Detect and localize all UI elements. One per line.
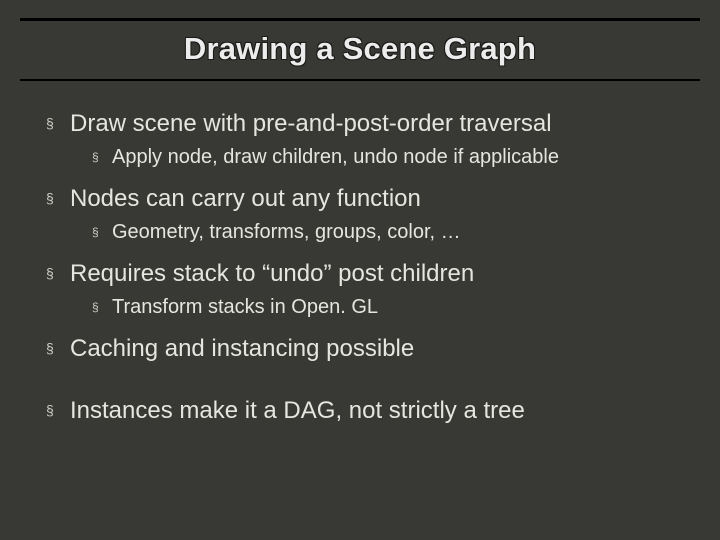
list-item-text: Nodes can carry out any function bbox=[70, 184, 421, 214]
section-icon: § bbox=[92, 226, 100, 238]
section-icon: § bbox=[46, 191, 56, 205]
list-item: § Requires stack to “undo” post children bbox=[28, 259, 700, 289]
list-item-text: Transform stacks in Open. GL bbox=[112, 295, 378, 320]
list-item: § Apply node, draw children, undo node i… bbox=[28, 145, 700, 170]
list-item: § Instances make it a DAG, not strictly … bbox=[28, 396, 700, 426]
list-item-text: Geometry, transforms, groups, color, … bbox=[112, 220, 461, 245]
section-icon: § bbox=[92, 151, 100, 163]
section-icon: § bbox=[92, 301, 100, 313]
section-icon: § bbox=[46, 266, 56, 280]
slide-title: Drawing a Scene Graph bbox=[20, 31, 700, 67]
section-icon: § bbox=[46, 341, 56, 355]
title-block: Drawing a Scene Graph bbox=[20, 18, 700, 81]
slide-content: § Draw scene with pre-and-post-order tra… bbox=[20, 109, 700, 426]
section-icon: § bbox=[46, 403, 56, 417]
list-item: § Caching and instancing possible bbox=[28, 334, 700, 364]
spacer bbox=[28, 370, 700, 382]
list-item-text: Apply node, draw children, undo node if … bbox=[112, 145, 559, 170]
list-item: § Transform stacks in Open. GL bbox=[28, 295, 700, 320]
list-item: § Geometry, transforms, groups, color, … bbox=[28, 220, 700, 245]
section-icon: § bbox=[46, 116, 56, 130]
list-item: § Draw scene with pre-and-post-order tra… bbox=[28, 109, 700, 139]
list-item-text: Draw scene with pre-and-post-order trave… bbox=[70, 109, 552, 139]
slide: Drawing a Scene Graph § Draw scene with … bbox=[0, 0, 720, 540]
list-item-text: Requires stack to “undo” post children bbox=[70, 259, 474, 289]
list-item-text: Caching and instancing possible bbox=[70, 334, 414, 364]
list-item: § Nodes can carry out any function bbox=[28, 184, 700, 214]
list-item-text: Instances make it a DAG, not strictly a … bbox=[70, 396, 525, 426]
